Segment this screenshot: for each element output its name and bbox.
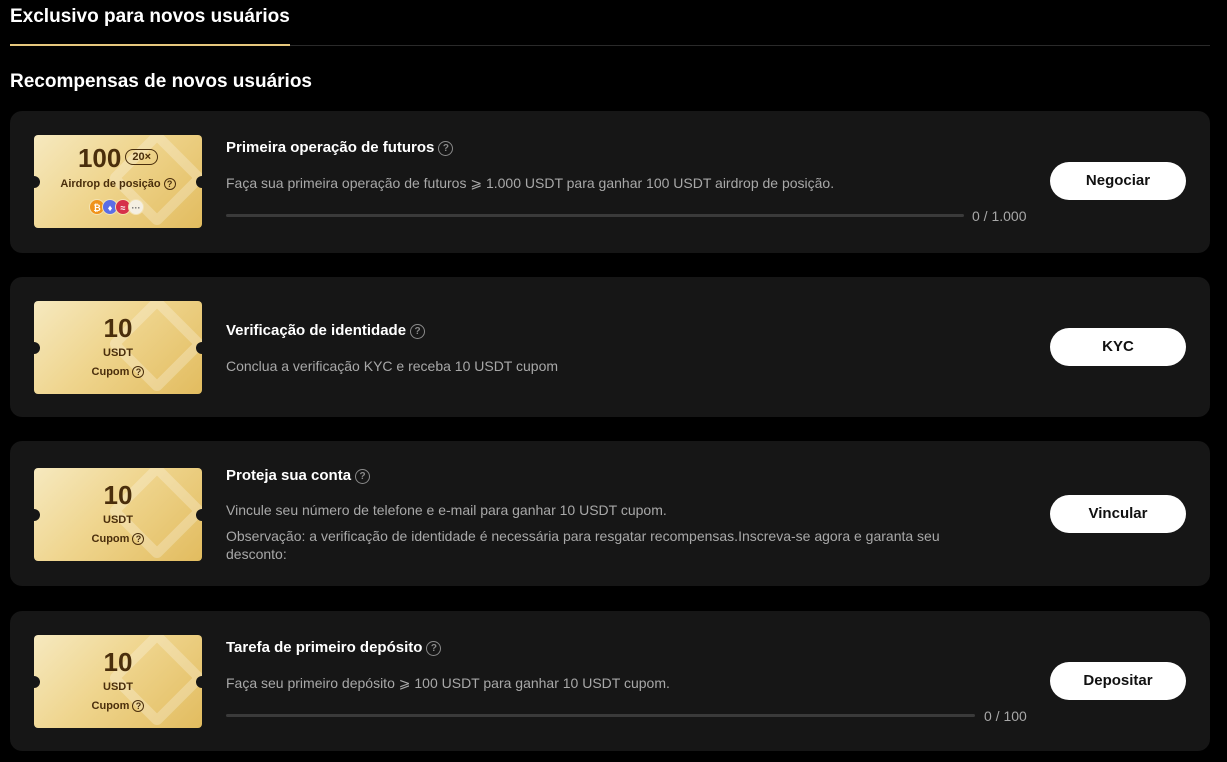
help-icon[interactable]: ?: [355, 468, 371, 484]
coupon-label: Cupom: [91, 700, 130, 712]
help-icon[interactable]: ?: [132, 700, 145, 713]
more-coins-icon: ···: [128, 199, 144, 215]
cupom-coupon: 10 USDT Cupom?: [34, 301, 202, 394]
progress-text: 0 / 100: [984, 708, 1027, 724]
airdrop-coupon: 100 20× Airdrop de posição? ₿ ♦ ≈ ···: [34, 135, 202, 228]
task-description: Vincule seu número de telefone e e-mail …: [226, 502, 667, 518]
coupon-unit: USDT: [103, 514, 133, 526]
task-card-futures: 100 20× Airdrop de posição? ₿ ♦ ≈ ··· Primei…: [10, 111, 1210, 253]
tab-bar: Exclusivo para novos usuários: [10, 0, 1210, 46]
coupon-unit: USDT: [103, 347, 133, 359]
coupon-label: Cupom: [91, 533, 130, 545]
coin-icons: ₿ ♦ ≈ ···: [34, 198, 202, 216]
task-title: Primeira operação de futuros: [226, 139, 435, 156]
progress-bar: [226, 214, 964, 217]
section-title: Recompensas de novos usuários: [10, 71, 312, 92]
task-title: Verificação de identidade: [226, 322, 407, 339]
link-button[interactable]: Vincular: [1050, 495, 1186, 533]
coupon-amount: 10: [103, 647, 133, 677]
kyc-button[interactable]: KYC: [1050, 328, 1186, 366]
progress-text: 0 / 1.000: [972, 208, 1027, 224]
task-card-kyc: 10 USDT Cupom? Verificação de identidade…: [10, 277, 1210, 417]
task-description: Faça sua primeira operação de futuros ⩾ …: [226, 175, 835, 191]
coupon-unit: USDT: [103, 681, 133, 693]
task-title: Tarefa de primeiro depósito: [226, 639, 423, 656]
task-description: Faça seu primeiro depósito ⩾ 100 USDT pa…: [226, 675, 670, 691]
help-icon[interactable]: ?: [438, 140, 454, 156]
trade-button[interactable]: Negociar: [1050, 162, 1186, 200]
cupom-coupon: 10 USDT Cupom?: [34, 468, 202, 561]
task-note: Observação: a verificação de identidade …: [226, 528, 940, 562]
coupon-amount: 10: [103, 313, 133, 343]
help-icon[interactable]: ?: [426, 640, 442, 656]
leverage-badge: 20×: [125, 149, 159, 166]
cupom-coupon: 10 USDT Cupom?: [34, 635, 202, 728]
progress-bar: [226, 714, 975, 717]
coupon-amount: 100: [77, 143, 122, 173]
help-icon[interactable]: ?: [410, 323, 426, 339]
task-card-first-deposit: 10 USDT Cupom? Tarefa de primeiro depósi…: [10, 611, 1210, 751]
help-icon[interactable]: ?: [132, 366, 145, 379]
deposit-button[interactable]: Depositar: [1050, 662, 1186, 700]
coupon-label: Cupom: [91, 366, 130, 378]
coupon-label: Airdrop de posição: [60, 178, 161, 190]
task-card-protect-account: 10 USDT Cupom? Proteja sua conta? Vincul…: [10, 441, 1210, 586]
help-icon[interactable]: ?: [132, 533, 145, 546]
coupon-amount: 10: [103, 480, 133, 510]
tab-exclusive-new-users[interactable]: Exclusivo para novos usuários: [10, 6, 290, 46]
task-title: Proteja sua conta: [226, 467, 352, 484]
task-description: Conclua a verificação KYC e receba 10 US…: [226, 358, 559, 374]
help-icon[interactable]: ?: [163, 178, 176, 191]
